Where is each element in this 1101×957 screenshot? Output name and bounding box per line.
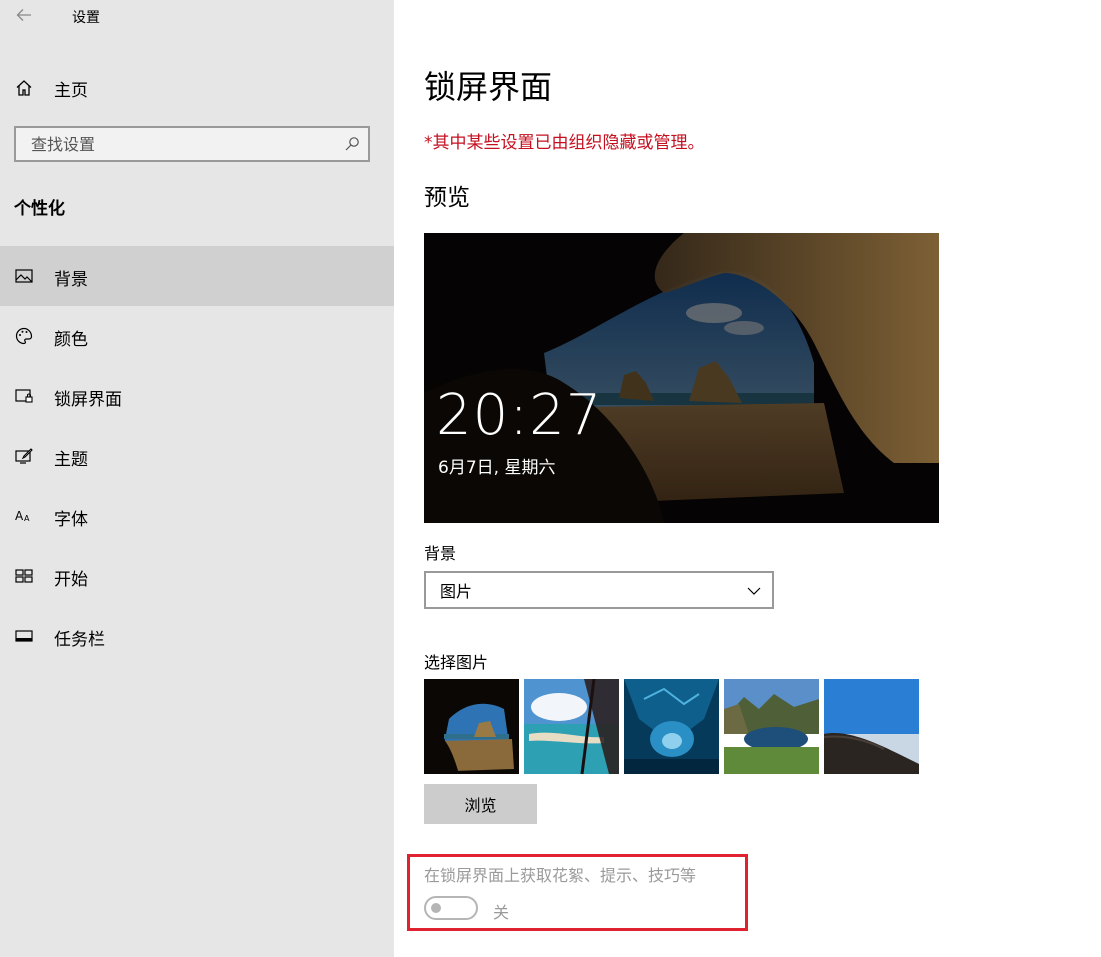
palette-icon — [14, 326, 34, 346]
picture-icon — [14, 266, 34, 286]
sidebar-item-background[interactable]: 背景 — [0, 246, 394, 306]
home-nav-item[interactable]: 主页 — [0, 70, 394, 106]
font-icon: AA — [14, 506, 34, 526]
spotlight-tips-toggle[interactable] — [424, 896, 478, 920]
search-input[interactable] — [29, 133, 333, 155]
thumbnail-ocean-aerial[interactable] — [524, 679, 619, 774]
sidebar-item-label: 锁屏界面 — [54, 390, 122, 410]
sidebar-item-label: 主题 — [54, 450, 88, 470]
cave-beach-image — [424, 233, 939, 523]
sidebar-item-lock-screen[interactable]: 锁屏界面 — [0, 366, 394, 426]
search-box[interactable] — [14, 126, 370, 162]
home-icon — [14, 78, 34, 98]
search-icon[interactable] — [344, 136, 360, 152]
back-button[interactable] — [14, 5, 34, 25]
chevron-down-icon — [747, 587, 761, 595]
background-dropdown-value: 图片 — [440, 582, 473, 601]
sidebar-item-fonts[interactable]: AA 字体 — [0, 486, 394, 546]
sidebar-item-start[interactable]: 开始 — [0, 546, 394, 606]
thumbnail-cave-beach[interactable] — [424, 679, 519, 774]
sidebar-item-colors[interactable]: 颜色 — [0, 306, 394, 366]
spotlight-tips-label: 在锁屏界面上获取花絮、提示、技巧等 — [424, 866, 697, 885]
org-managed-notice: *其中某些设置已由组织隐藏或管理。 — [424, 133, 705, 153]
preview-date: 6月7日, 星期六 — [438, 458, 556, 478]
sidebar-item-label: 颜色 — [54, 330, 88, 350]
svg-text:A: A — [15, 509, 24, 523]
toggle-knob — [431, 903, 441, 913]
main-panel: 锁屏界面 *其中某些设置已由组织隐藏或管理。 预览 20:27 6月7日, 星期… — [394, 0, 1101, 957]
sidebar-item-themes[interactable]: 主题 — [0, 426, 394, 486]
choose-picture-label: 选择图片 — [424, 653, 489, 672]
preview-heading: 预览 — [424, 185, 470, 211]
picture-thumbnails — [424, 679, 919, 774]
window-title: 设置 — [72, 10, 100, 26]
background-dropdown[interactable]: 图片 — [424, 571, 774, 609]
sidebar-item-label: 背景 — [54, 270, 88, 290]
thumbnail-ice-cave[interactable] — [624, 679, 719, 774]
sidebar: 设置 主页 个性化 背景 颜色 锁 — [0, 0, 394, 957]
taskbar-icon — [14, 626, 34, 646]
home-label: 主页 — [54, 81, 88, 101]
thumbnail-mountain-lake[interactable] — [724, 679, 819, 774]
svg-text:A: A — [24, 514, 30, 523]
thumbnail-cliff-sea[interactable] — [824, 679, 919, 774]
browse-button[interactable]: 浏览 — [424, 784, 537, 824]
background-label: 背景 — [424, 544, 457, 563]
sidebar-item-label: 任务栏 — [54, 630, 105, 650]
sidebar-item-label: 字体 — [54, 510, 88, 530]
sidebar-item-label: 开始 — [54, 570, 88, 590]
sidebar-item-taskbar[interactable]: 任务栏 — [0, 606, 394, 666]
theme-brush-icon — [14, 446, 34, 466]
lock-screen-preview: 20:27 6月7日, 星期六 — [424, 233, 939, 523]
preview-clock: 20:27 — [436, 383, 603, 448]
toggle-state-label: 关 — [493, 903, 510, 922]
start-grid-icon — [14, 566, 34, 586]
nav-list: 背景 颜色 锁屏界面 主题 AA 字体 开始 任务栏 — [0, 246, 394, 666]
section-title: 个性化 — [14, 199, 65, 219]
back-arrow-icon — [16, 9, 31, 21]
lock-screen-icon — [14, 386, 34, 406]
page-title: 锁屏界面 — [424, 68, 553, 106]
